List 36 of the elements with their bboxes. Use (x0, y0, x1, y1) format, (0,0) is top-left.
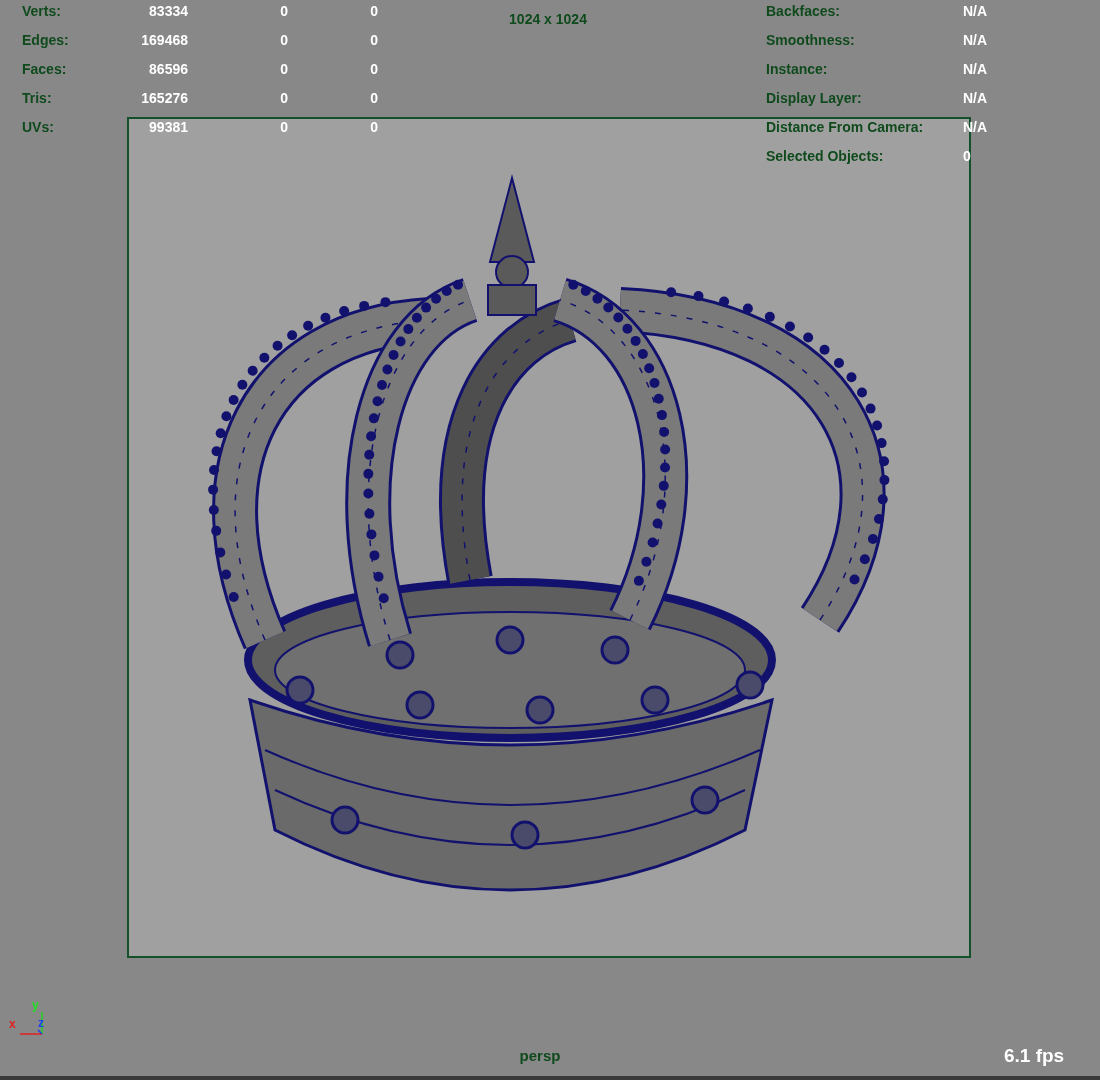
info-label: Selected Objects: (766, 147, 885, 165)
info-label: Distance From Camera: (766, 118, 925, 136)
fps-counter: 6.1 fps (1004, 1044, 1065, 1068)
stat-value: 0 (369, 31, 378, 49)
info-label: Instance: (766, 60, 829, 78)
stat-label: Tris: (22, 89, 53, 107)
info-value: N/A (963, 60, 989, 78)
axis-label: x (9, 1018, 16, 1030)
stat-value: 169468 (140, 31, 188, 49)
camera-name: persp (519, 1046, 561, 1066)
stat-value: 0 (279, 2, 288, 20)
info-value: N/A (963, 2, 989, 20)
stat-value: 0 (369, 118, 378, 136)
stat-value: 0 (369, 2, 378, 20)
info-value: N/A (963, 31, 989, 49)
stat-value: 99381 (148, 118, 188, 136)
resolution-label: 1024 x 1024 (509, 10, 587, 29)
stat-label: Verts: (22, 2, 62, 20)
stat-value: 0 (279, 118, 288, 136)
stat-value: 0 (279, 31, 288, 49)
stat-value: 0 (279, 89, 288, 107)
info-label: Backfaces: (766, 2, 841, 20)
stat-value: 0 (279, 60, 288, 78)
info-value: N/A (963, 89, 989, 107)
stat-value: 86596 (148, 60, 188, 78)
stat-value: 83334 (148, 2, 188, 20)
stat-label: UVs: (22, 118, 55, 136)
axis-label: y (32, 999, 39, 1011)
stat-value: 165276 (140, 89, 188, 107)
stat-label: Edges: (22, 31, 70, 49)
axis-gizmo-icon (18, 1010, 44, 1036)
stat-label: Faces: (22, 60, 68, 78)
info-label: Smoothness: (766, 31, 856, 49)
info-label: Display Layer: (766, 89, 863, 107)
stat-value: 0 (369, 60, 378, 78)
stat-value: 0 (369, 89, 378, 107)
